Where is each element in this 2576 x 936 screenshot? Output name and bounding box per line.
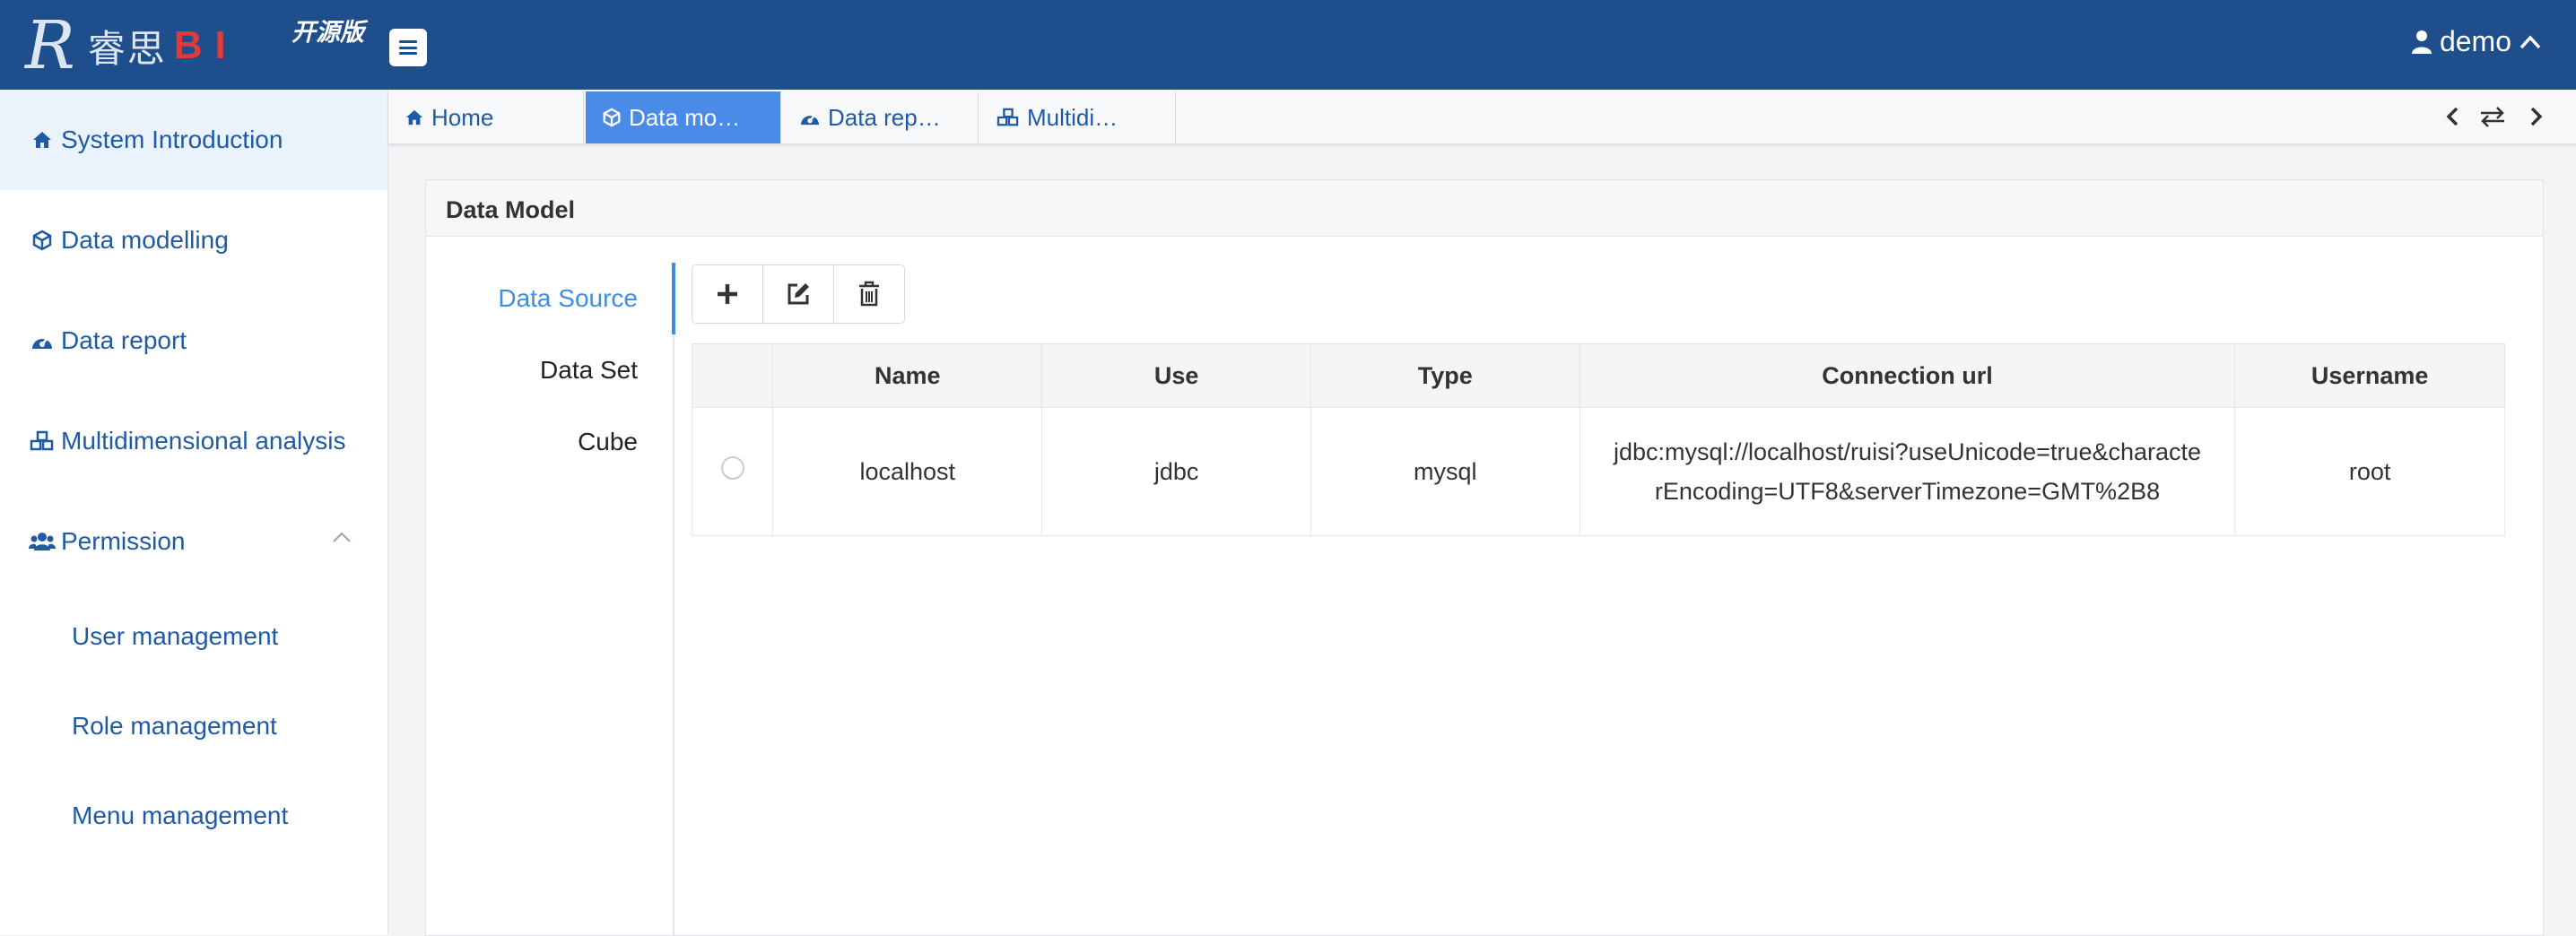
sidebar-item-label: Multidimensional analysis: [61, 427, 346, 455]
top-header: R 睿思 BI 开源版 demo: [0, 0, 2576, 90]
cube-icon: [602, 108, 622, 127]
sidebar-item-system-introduction[interactable]: System Introduction: [0, 90, 387, 190]
sidebar-subitem-user-management[interactable]: User management: [72, 622, 278, 651]
user-menu[interactable]: demo: [2411, 25, 2549, 58]
row-radio[interactable]: [720, 456, 744, 480]
home-icon: [405, 108, 424, 126]
tab-label: Multidi…: [1027, 103, 1118, 131]
chevron-left-icon: [2446, 107, 2459, 126]
column-header-type[interactable]: Type: [1310, 343, 1580, 408]
logo-name: 睿思: [87, 27, 167, 70]
panel-header: Data Model: [426, 180, 2543, 237]
logo-bi: BI: [173, 23, 239, 67]
url-line-1: jdbc:mysql://localhost/ruisi?useUnicode=…: [1613, 438, 2202, 465]
column-header-name[interactable]: Name: [772, 343, 1043, 408]
row-select-cell: [691, 407, 774, 536]
cell-username: root: [2234, 407, 2505, 536]
chevron-up-icon: [2519, 34, 2541, 48]
dashboard-icon: [799, 108, 821, 126]
table-row[interactable]: localhost jdbc mysql jdbc:mysql://localh…: [691, 407, 2505, 536]
cell-name: localhost: [772, 407, 1043, 536]
tab-data-source[interactable]: Data Source: [426, 284, 674, 313]
tab-label: Data mo…: [629, 103, 741, 131]
tab-label: Data rep…: [828, 103, 941, 131]
chevron-up-icon: [333, 532, 351, 542]
tab-scroll-left-button[interactable]: [2439, 102, 2467, 131]
sidebar-subitem-role-management[interactable]: Role management: [72, 712, 277, 741]
chevron-right-icon: [2530, 107, 2543, 126]
sidebar-item-label: System Introduction: [61, 126, 283, 153]
sidebar-subitem-menu-management[interactable]: Menu management: [72, 802, 288, 830]
tab-data-modelling[interactable]: Data mo…: [586, 91, 781, 143]
cell-type: mysql: [1310, 407, 1580, 536]
sidebar: System Introduction Data modelling Data …: [0, 90, 388, 934]
add-button[interactable]: [692, 265, 763, 323]
tab-data-report[interactable]: Data rep…: [783, 91, 979, 143]
tab-data-set[interactable]: Data Set: [426, 356, 674, 385]
users-icon: [29, 532, 56, 551]
sidebar-item-data-report[interactable]: Data report: [0, 290, 387, 391]
data-model-panel: Data Model Data Source Data Set Cube Nam…: [425, 179, 2544, 936]
column-header-username[interactable]: Username: [2234, 343, 2505, 408]
table-header-row: Name Use Type Connection url Username: [691, 343, 2505, 408]
panel-title: Data Model: [446, 196, 576, 223]
column-header-connection-url[interactable]: Connection url: [1579, 343, 2236, 408]
user-icon: [2411, 30, 2432, 54]
delete-button[interactable]: [834, 265, 904, 323]
table-toolbar: [692, 264, 905, 324]
sidebar-toggle-button[interactable]: [389, 29, 427, 66]
trash-icon: [859, 281, 879, 307]
sidebar-item-permission[interactable]: Permission: [0, 491, 387, 592]
exchange-icon: [2481, 107, 2504, 127]
cubes-icon: [996, 108, 1020, 127]
data-source-table: Name Use Type Connection url Username lo…: [691, 343, 2505, 536]
cubes-icon: [29, 430, 56, 452]
hamburger-icon: [399, 40, 417, 55]
select-column-header: [691, 343, 774, 408]
plus-icon: [718, 284, 737, 304]
cell-use: jdbc: [1041, 407, 1311, 536]
url-line-2: rEncoding=UTF8&serverTimezone=GMT%2B8: [1654, 478, 2161, 505]
tab-label: Home: [431, 103, 494, 131]
app-logo: R 睿思 BI: [25, 11, 239, 81]
edition-label: 开源版: [292, 19, 364, 46]
column-header-use[interactable]: Use: [1041, 343, 1311, 408]
tab-refresh-button[interactable]: [2478, 102, 2507, 131]
sidebar-item-label: Data modelling: [61, 226, 229, 254]
sidebar-item-data-modelling[interactable]: Data modelling: [0, 190, 387, 290]
edit-button[interactable]: [763, 265, 834, 323]
tab-multidimensional-analysis[interactable]: Multidi…: [980, 91, 1176, 143]
sidebar-item-multidimensional-analysis[interactable]: Multidimensional analysis: [0, 391, 387, 491]
logo-letter: R: [25, 7, 75, 84]
user-name: demo: [2439, 25, 2511, 57]
tab-cube[interactable]: Cube: [426, 428, 674, 456]
dashboard-icon: [29, 331, 56, 351]
cube-icon: [29, 230, 56, 251]
tab-home[interactable]: Home: [388, 91, 584, 143]
sidebar-item-label: Permission: [61, 527, 186, 555]
edit-icon: [788, 283, 809, 305]
cell-connection-url: jdbc:mysql://localhost/ruisi?useUnicode=…: [1579, 407, 2236, 536]
tab-scroll-right-button[interactable]: [2521, 102, 2550, 131]
tab-bar: Home Data mo… Data rep… Multidi…: [388, 90, 2576, 144]
sidebar-item-label: Data report: [61, 326, 187, 354]
home-icon: [29, 130, 56, 150]
